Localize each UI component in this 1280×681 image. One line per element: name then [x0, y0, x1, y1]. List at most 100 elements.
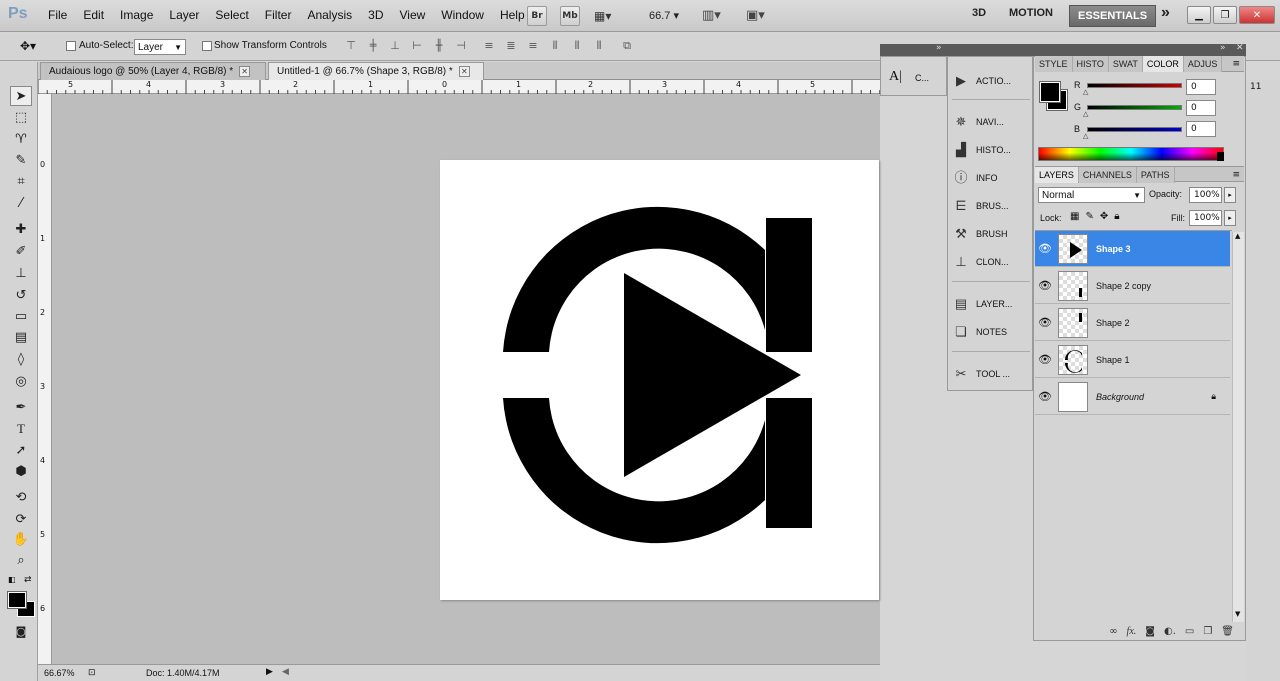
arrange-documents-icon[interactable]: ▥▾ [702, 8, 721, 23]
panel-brush[interactable]: ⚒ BRUSH [952, 222, 1032, 246]
eyedropper-tool-icon[interactable]: ⁄ [10, 194, 32, 214]
align-right-icon[interactable]: ⊣ [454, 39, 468, 53]
hand-tool-icon[interactable]: ✋ [10, 530, 32, 550]
collapse-icon[interactable]: » [936, 43, 942, 53]
tab-swatches[interactable]: SWAT [1108, 56, 1143, 72]
tab-styles[interactable]: STYLE [1035, 56, 1073, 72]
zoom-tool-icon[interactable]: ⌕ [10, 551, 32, 571]
distribute-right-icon[interactable]: ⦀ [592, 39, 606, 53]
tab-color[interactable]: COLOR [1142, 56, 1184, 72]
spectrum-black-swatch[interactable] [1217, 152, 1224, 161]
screen-mode-icon[interactable]: ▣▾ [746, 8, 765, 23]
scroll-down-icon[interactable]: ▼ [1235, 610, 1240, 618]
panel-navigator[interactable]: ✵ NAVI... [952, 110, 1032, 134]
tab-layers[interactable]: LAYERS [1035, 167, 1079, 183]
panel-layer-comps[interactable]: ▤ LAYER... [952, 292, 1032, 316]
visibility-eye-icon[interactable]: 👁︎ [1035, 242, 1055, 255]
quick-mask-icon[interactable]: ◙ [10, 622, 32, 642]
visibility-eye-icon[interactable]: 👁︎ [1035, 316, 1055, 329]
scroll-up-icon[interactable]: ▲ [1235, 232, 1240, 240]
menu-filter[interactable]: Filter [257, 8, 300, 22]
healing-brush-tool-icon[interactable]: ✚ [10, 220, 32, 240]
layer-row[interactable]: 👁︎ Shape 1 [1035, 342, 1230, 378]
blur-tool-icon[interactable]: ◊ [10, 350, 32, 370]
panel-notes[interactable]: ❏ NOTES [952, 320, 1032, 344]
menu-layer[interactable]: Layer [161, 8, 207, 22]
opacity-value[interactable]: 100% [1189, 187, 1222, 203]
status-arrow-icon[interactable]: ▶ [266, 666, 273, 677]
color-fg-swatch[interactable] [1039, 81, 1061, 103]
slider-handle-icon[interactable]: △ [1083, 132, 1088, 140]
distribute-top-icon[interactable]: ≡ [482, 39, 496, 53]
menu-analysis[interactable]: Analysis [299, 8, 360, 22]
align-hcenter-icon[interactable]: ╫ [432, 39, 446, 53]
auto-align-icon[interactable]: ⧉ [620, 39, 634, 53]
fill-value[interactable]: 100% [1189, 210, 1222, 226]
workspace-more[interactable]: » [1161, 4, 1170, 22]
color-spectrum-ramp[interactable] [1038, 147, 1224, 161]
layer-style-icon[interactable]: fx. [1127, 626, 1137, 637]
document-canvas[interactable] [440, 160, 879, 600]
tab-close-icon[interactable]: ✕ [458, 66, 470, 77]
distribute-bottom-icon[interactable]: ≡ [526, 39, 540, 53]
panel-brush-presets[interactable]: ⋿ BRUS... [952, 194, 1032, 218]
link-layers-icon[interactable]: ∞ [1109, 626, 1117, 637]
layer-name[interactable]: Shape 2 [1096, 318, 1130, 328]
panel-actions[interactable]: ▶ ACTIO... [952, 69, 1032, 93]
new-group-icon[interactable]: ▭ [1185, 626, 1194, 637]
scroll-left-icon[interactable]: ◀ [282, 666, 289, 677]
panel-clone-source[interactable]: ⊥ CLON... [952, 250, 1032, 274]
slider-handle-icon[interactable]: △ [1083, 88, 1088, 96]
menu-edit[interactable]: Edit [75, 8, 112, 22]
align-vcenter-icon[interactable]: ╪ [366, 39, 380, 53]
pen-tool-icon[interactable]: ✒ [10, 398, 32, 418]
crop-tool-icon[interactable]: ⌗ [10, 172, 32, 192]
fill-arrow-icon[interactable]: ▸ [1224, 210, 1236, 226]
tab-adjustments[interactable]: ADJUS [1183, 56, 1223, 72]
workspace-essentials[interactable]: ESSENTIALS [1069, 5, 1157, 27]
swap-colors-icon[interactable]: ⇄ [24, 575, 32, 585]
distribute-vcenter-icon[interactable]: ≣ [504, 39, 518, 53]
close-icon[interactable]: ✕ [1239, 6, 1275, 24]
layer-row[interactable]: 👁︎ Shape 2 [1035, 305, 1230, 341]
layer-row[interactable]: 👁︎ Background 🔒︎ [1035, 379, 1230, 415]
doc-tab-audaious[interactable]: Audaious logo @ 50% (Layer 4, RGB/8) * ✕ [40, 62, 266, 80]
menu-file[interactable]: File [40, 8, 75, 22]
menu-window[interactable]: Window [433, 8, 492, 22]
menu-3d[interactable]: 3D [360, 8, 391, 22]
type-tool-icon[interactable]: T [10, 419, 32, 439]
view-extras-icon[interactable]: ▦▾ [594, 9, 611, 23]
quick-select-tool-icon[interactable]: ✎ [10, 151, 32, 171]
align-top-icon[interactable]: ⊤ [344, 39, 358, 53]
doc-tab-untitled[interactable]: Untitled-1 @ 66.7% (Shape 3, RGB/8) * ✕ [268, 62, 484, 80]
close-panel-icon[interactable]: ✕ [1236, 43, 1244, 53]
panel-menu-icon[interactable]: ≡ [1232, 56, 1244, 71]
tab-history[interactable]: HISTO [1072, 56, 1109, 72]
status-preview-icon[interactable]: ⊡ [88, 667, 96, 678]
clone-stamp-tool-icon[interactable]: ⊥ [10, 264, 32, 284]
zoom-level[interactable]: 66.7 ▾ [649, 9, 679, 22]
workspace-motion[interactable]: MOTION [1009, 7, 1053, 19]
layer-name[interactable]: Background [1096, 392, 1144, 402]
panel-info[interactable]: ⓘ INFO [952, 166, 1032, 190]
expand-icon[interactable]: » [1220, 43, 1226, 53]
distribute-hcenter-icon[interactable]: ⦀ [570, 39, 584, 53]
slider-handle-icon[interactable]: △ [1083, 110, 1088, 118]
lock-transparency-icon[interactable]: ▦ [1070, 211, 1079, 222]
auto-select-checkbox[interactable] [66, 41, 76, 51]
new-layer-icon[interactable]: ❐ [1203, 626, 1212, 637]
restore-icon[interactable]: ❐ [1213, 6, 1237, 24]
dodge-tool-icon[interactable]: ◎ [10, 372, 32, 392]
tab-channels[interactable]: CHANNELS [1078, 167, 1137, 183]
opacity-arrow-icon[interactable]: ▸ [1224, 187, 1236, 203]
channel-g-value[interactable]: 0 [1186, 100, 1216, 116]
foreground-color-swatch[interactable] [7, 591, 27, 609]
lasso-tool-icon[interactable]: ♈ [10, 130, 32, 150]
lock-pixels-icon[interactable]: ✎ [1085, 211, 1093, 222]
panel-histogram[interactable]: ▟ HISTO... [952, 138, 1032, 162]
path-selection-tool-icon[interactable]: ➚ [10, 441, 32, 461]
eraser-tool-icon[interactable]: ▭ [10, 307, 32, 327]
align-bottom-icon[interactable]: ⊥ [388, 39, 402, 53]
visibility-eye-icon[interactable]: 👁︎ [1035, 390, 1055, 403]
character-panel-collapsed[interactable]: A| C... [880, 56, 947, 96]
